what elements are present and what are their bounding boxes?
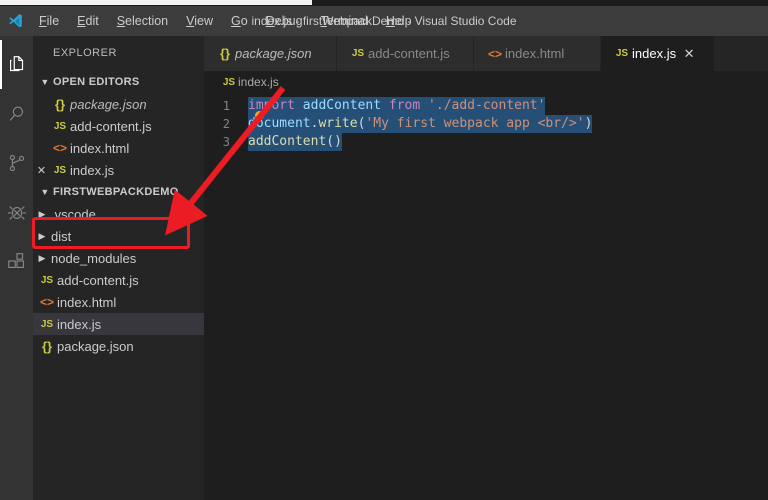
json-icon: {}: [41, 338, 53, 354]
html-icon: <>: [39, 295, 54, 309]
code-line: 1 import addContent from './add-content': [204, 97, 768, 115]
html-icon: <>: [52, 141, 67, 155]
tab-label: index.html: [505, 46, 565, 61]
tree-item-label: index.js: [57, 316, 102, 332]
explorer-sidebar: EXPLORER ▼ OPEN EDITORS {} package.json …: [33, 36, 204, 500]
menu-bar[interactable]: File Edit Selection View Go Debug Termin…: [30, 6, 421, 36]
cursor-indicator: [255, 111, 264, 120]
js-icon: JS: [53, 120, 67, 132]
tree-item-package-json[interactable]: {} package.json: [33, 335, 204, 357]
json-icon: {}: [219, 46, 231, 61]
js-icon: JS: [222, 76, 236, 88]
tree-item-label: package.json: [57, 338, 134, 354]
code-line-text[interactable]: import addContent from './add-content': [248, 97, 546, 115]
close-icon[interactable]: ✕: [676, 46, 702, 62]
tree-item-add-content-js[interactable]: JS add-content.js: [33, 269, 204, 291]
menu-item-terminal[interactable]: Terminal: [312, 6, 377, 36]
code-line-text[interactable]: document.write('My first webpack app <br…: [248, 111, 593, 133]
tab-index-js[interactable]: JS index.js ✕: [601, 36, 715, 71]
editor-group: {} package.json JS add-content.js <> ind…: [204, 36, 768, 500]
code-line: 3 addContent(): [204, 133, 768, 151]
line-number: 3: [222, 135, 230, 149]
title-bar: File Edit Selection View Go Debug Termin…: [0, 6, 768, 36]
menu-item-selection[interactable]: Selection: [108, 6, 177, 36]
breadcrumb[interactable]: JS index.js: [204, 71, 768, 93]
top-progress-fill: [0, 0, 312, 5]
menu-item-edit[interactable]: Edit: [68, 6, 108, 36]
activity-extensions-icon[interactable]: [0, 236, 33, 285]
open-editor-item-index-html[interactable]: <> index.html: [33, 137, 204, 159]
line-number: 2: [222, 117, 230, 131]
chevron-right-icon: ▶: [38, 252, 46, 263]
chevron-down-icon: ▼: [40, 187, 50, 197]
open-editor-item-package-json[interactable]: {} package.json: [33, 93, 204, 115]
code-line: 2 document.write('My first webpack app <…: [204, 111, 768, 133]
open-editor-label: package.json: [70, 96, 147, 112]
tree-item-label: add-content.js: [57, 272, 139, 288]
tree-item-index-html[interactable]: <> index.html: [33, 291, 204, 313]
menu-item-debug[interactable]: Debug: [257, 6, 312, 36]
section-workspace[interactable]: ▼ FIRSTWEBPACKDEMO: [33, 181, 204, 203]
breadcrumb-label: index.js: [238, 75, 279, 89]
open-editor-label: index.html: [70, 140, 130, 156]
sidebar-title: EXPLORER: [53, 47, 117, 59]
menu-item-view[interactable]: View: [177, 6, 222, 36]
js-icon: JS: [53, 164, 67, 176]
open-editor-item-index-js[interactable]: ✕ JS index.js: [33, 159, 204, 181]
json-icon: {}: [54, 96, 66, 112]
html-icon: <>: [487, 46, 502, 61]
tab-label: package.json: [235, 46, 312, 61]
menu-item-file[interactable]: File: [30, 6, 68, 36]
activity-search-icon[interactable]: [0, 89, 33, 138]
tab-index-html[interactable]: <> index.html: [474, 36, 601, 71]
tree-item-node-modules[interactable]: ▶ node_modules: [33, 247, 204, 269]
code-area[interactable]: 1 import addContent from './add-content'…: [204, 93, 768, 151]
section-open-editors[interactable]: ▼ OPEN EDITORS: [33, 71, 204, 93]
js-icon: JS: [40, 318, 54, 330]
tree-item-index-js[interactable]: JS index.js: [33, 313, 204, 335]
tree-item-label: node_modules: [51, 250, 137, 266]
line-number: 1: [222, 99, 230, 113]
tab-label: index.js: [632, 46, 677, 61]
activity-bar: [0, 36, 33, 500]
activity-explorer-icon[interactable]: [0, 40, 33, 89]
open-editor-label: index.js: [70, 162, 115, 178]
tab-package-json[interactable]: {} package.json: [204, 36, 337, 71]
open-editor-item-add-content-js[interactable]: JS add-content.js: [33, 115, 204, 137]
annotation-highlight-box-dist: [32, 217, 190, 249]
vscode-window: File Edit Selection View Go Debug Termin…: [0, 0, 768, 500]
tab-add-content-js[interactable]: JS add-content.js: [337, 36, 474, 71]
chevron-down-icon: ▼: [40, 77, 50, 87]
editor-tab-bar: {} package.json JS add-content.js <> ind…: [204, 36, 768, 71]
js-icon: JS: [615, 48, 629, 59]
close-icon[interactable]: ✕: [33, 164, 50, 177]
activity-debug-icon[interactable]: [0, 187, 33, 236]
tree-item-label: index.html: [57, 294, 117, 310]
vscode-logo-icon: [0, 6, 30, 36]
section-workspace-label: FIRSTWEBPACKDEMO: [53, 186, 179, 198]
tab-label: add-content.js: [368, 46, 450, 61]
open-editor-label: add-content.js: [70, 118, 152, 134]
menu-item-help[interactable]: Help: [377, 6, 421, 36]
section-open-editors-label: OPEN EDITORS: [53, 76, 140, 88]
code-line-text[interactable]: addContent(): [248, 133, 342, 151]
menu-item-go[interactable]: Go: [222, 6, 257, 36]
js-icon: JS: [351, 48, 365, 59]
js-icon: JS: [40, 274, 54, 286]
activity-source-control-icon[interactable]: [0, 138, 33, 187]
